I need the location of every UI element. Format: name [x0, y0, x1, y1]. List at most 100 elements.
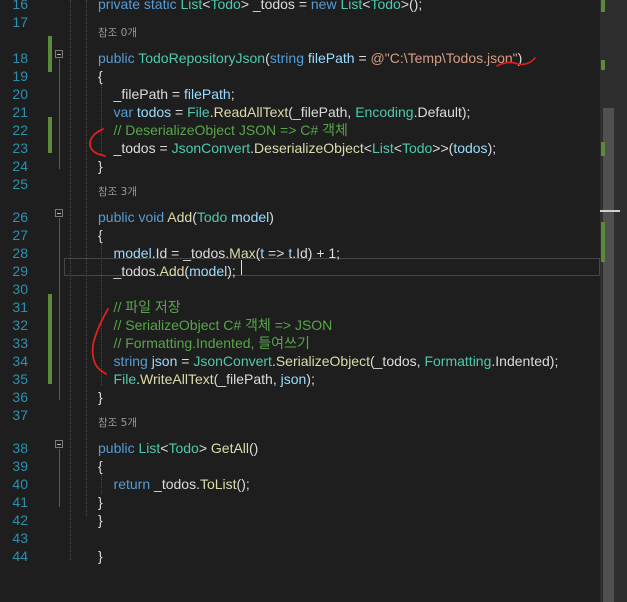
code-token: );	[227, 263, 236, 279]
code-token: public	[98, 440, 139, 456]
code-token: .Default);	[413, 104, 471, 120]
code-token: public	[98, 50, 139, 66]
code-line[interactable]: public void Add(Todo model)	[98, 208, 274, 226]
scroll-position-indicator	[600, 210, 620, 212]
code-token: // Formatting.Indented, 들여쓰기	[98, 335, 310, 351]
line-number: 18	[12, 50, 28, 66]
code-line[interactable]: _todos = JsonConvert.DeserializeObject<L…	[98, 139, 497, 157]
code-line[interactable]: // DeserializeObject JSON => C# 객체	[98, 121, 348, 139]
code-token: Todo	[168, 440, 199, 456]
code-line[interactable]: {	[98, 226, 103, 244]
scroll-change-mark	[601, 0, 605, 12]
code-lens-references[interactable]: 참조 5개	[98, 416, 137, 430]
code-token: TodoRepositoryJson	[138, 50, 266, 66]
code-token: todos	[136, 104, 172, 120]
code-line[interactable]: }	[98, 511, 103, 529]
code-token: var	[98, 104, 137, 120]
code-token: }	[98, 512, 103, 528]
code-line[interactable]: File.WriteAllText(_filePath, json);	[98, 370, 315, 388]
scrollbar-thumb[interactable]	[603, 108, 614, 602]
line-number: 27	[12, 227, 28, 243]
code-lens-references[interactable]: 참조 3개	[98, 185, 137, 199]
code-token: filePath	[184, 86, 231, 102]
scroll-change-mark	[601, 222, 605, 262]
line-number: 26	[12, 209, 28, 225]
line-number: 44	[12, 548, 28, 564]
code-line[interactable]: return _todos.ToList();	[98, 475, 250, 493]
code-token: private static	[98, 0, 181, 12]
code-editor[interactable]: 16 private static List<Todo> _todos = new…	[0, 0, 627, 602]
line-number: 28	[12, 245, 28, 261]
code-line[interactable]: _filePath = filePath;	[98, 85, 235, 103]
code-token: List	[340, 0, 363, 12]
code-token: .Id) + 1;	[292, 245, 341, 261]
code-token: Encoding	[355, 104, 414, 120]
code-line[interactable]: model.Id = _todos.Max(t => t.Id) + 1;	[98, 244, 341, 262]
code-line[interactable]: var todos = File.ReadAllText(_filePath, …	[98, 103, 471, 121]
code-token: model	[231, 209, 270, 225]
code-token: new	[310, 0, 341, 12]
line-number: 29	[12, 263, 28, 279]
line-number: 20	[12, 86, 28, 102]
fold-toggle-icon[interactable]	[55, 50, 63, 58]
code-line[interactable]: _todos.Add(model);	[98, 262, 236, 280]
line-number: 24	[12, 158, 28, 174]
code-line[interactable]: }	[98, 388, 103, 406]
code-token: JsonConvert	[193, 353, 272, 369]
code-line[interactable]: public TodoRepositoryJson(string filePat…	[98, 49, 522, 67]
code-token: List	[371, 140, 394, 156]
code-token: (_todos,	[369, 353, 425, 369]
vertical-scrollbar[interactable]	[600, 0, 627, 602]
code-token: Formatting	[424, 353, 492, 369]
code-token: }	[98, 548, 103, 564]
code-token: ();	[236, 476, 250, 492]
change-marker	[48, 294, 52, 384]
code-line[interactable]: // Formatting.Indented, 들여쓰기	[98, 334, 310, 352]
annotation-ink	[89, 57, 536, 375]
line-number: 33	[12, 335, 28, 351]
code-line[interactable]: string json = JsonConvert.SerializeObjec…	[98, 352, 559, 370]
code-line[interactable]: {	[98, 457, 103, 475]
code-token: _todos.	[98, 263, 160, 279]
fold-toggle-icon[interactable]	[55, 440, 63, 448]
code-token: json	[280, 371, 307, 387]
code-token: SerializeObject	[275, 353, 370, 369]
code-token: Todo	[401, 140, 433, 156]
text-caret	[241, 260, 242, 275]
code-token: ReadAllText	[213, 104, 289, 120]
code-token: .Id = _todos.	[151, 245, 230, 261]
code-token: DeserializeObject	[254, 140, 364, 156]
code-token: _todos.	[154, 476, 200, 492]
code-token: ;	[230, 86, 235, 102]
code-token: Todo	[196, 209, 232, 225]
scroll-change-mark	[601, 142, 605, 156]
fold-toggle-icon[interactable]	[55, 209, 63, 217]
code-token: string	[269, 50, 308, 66]
line-number: 42	[12, 512, 28, 528]
line-number: 16	[12, 0, 28, 12]
code-line[interactable]: {	[98, 67, 103, 85]
line-number: 38	[12, 440, 28, 456]
code-token: );	[306, 371, 315, 387]
line-number: 43	[12, 530, 28, 546]
code-line[interactable]: public List<Todo> GetAll()	[98, 439, 258, 457]
code-line[interactable]: }	[98, 547, 103, 565]
code-token: @"C:\Temp\Todos.json"	[370, 50, 518, 66]
code-line[interactable]: }	[98, 157, 103, 175]
code-token: (_filePath,	[288, 104, 356, 120]
line-number: 22	[12, 122, 28, 138]
line-number: 34	[12, 353, 28, 369]
code-lens-references[interactable]: 참조 0개	[98, 26, 137, 40]
code-line[interactable]: }	[98, 493, 103, 511]
code-token: model	[98, 245, 152, 261]
code-token: Add	[167, 209, 193, 225]
code-token: {	[98, 68, 103, 84]
line-number: 25	[12, 176, 28, 192]
code-line[interactable]: private static List<Todo> _todos = new L…	[98, 0, 422, 13]
code-token: .Indented);	[491, 353, 559, 369]
code-token: Add	[159, 263, 185, 279]
line-number: 31	[12, 299, 28, 315]
code-line[interactable]: // SerializeObject C# 객체 => JSON	[98, 316, 333, 334]
code-line[interactable]: // 파일 저장	[98, 298, 181, 316]
code-token: =>	[264, 245, 289, 261]
